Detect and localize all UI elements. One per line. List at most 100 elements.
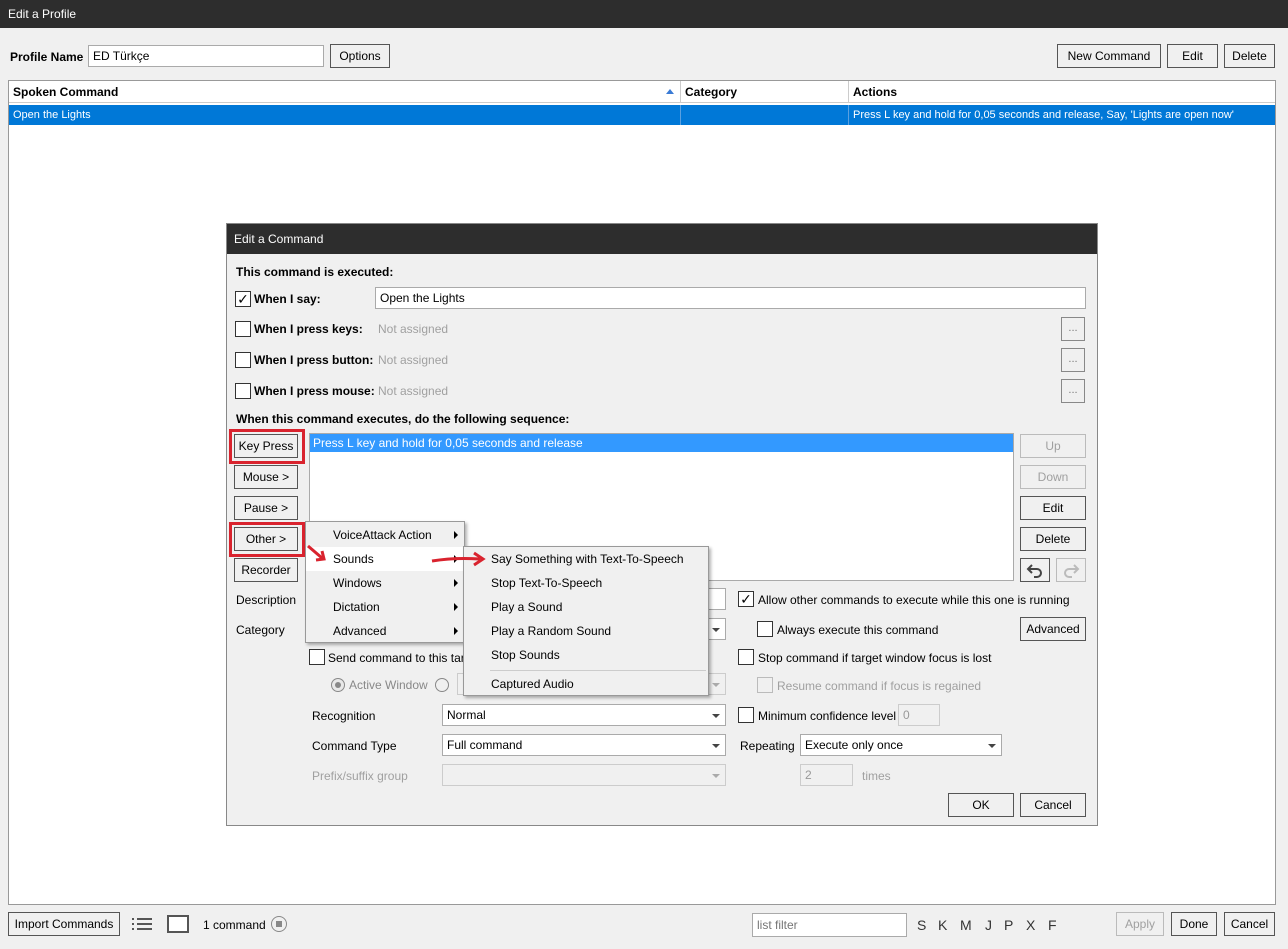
when-say-checkbox[interactable]: ✓	[235, 291, 251, 307]
filter-letter-x[interactable]: X	[1026, 917, 1035, 933]
menu-separator	[490, 670, 706, 671]
menu-item-captured-audio[interactable]: Captured Audio	[464, 672, 574, 696]
menu-item-say-something-tts[interactable]: Say Something with Text-To-Speech	[464, 547, 684, 571]
new-command-button[interactable]: New Command	[1057, 44, 1161, 68]
options-button[interactable]: Options	[330, 44, 390, 68]
menu-item-label: Advanced	[333, 624, 387, 638]
down-button[interactable]: Down	[1020, 465, 1086, 489]
command-type-label: Command Type	[312, 739, 397, 753]
menu-item-stop-tts[interactable]: Stop Text-To-Speech	[464, 571, 602, 595]
menu-item-stop-sounds[interactable]: Stop Sounds	[464, 643, 560, 667]
always-execute-label: Always execute this command	[777, 623, 939, 637]
allow-other-checkbox[interactable]: ✓	[738, 591, 754, 607]
when-button-checkbox[interactable]	[235, 352, 251, 368]
repeating-select[interactable]: Execute only once	[800, 734, 1002, 756]
stop-icon-square	[276, 921, 282, 927]
window-view-icon[interactable]	[167, 915, 189, 933]
when-keys-checkbox[interactable]	[235, 321, 251, 337]
import-commands-button[interactable]: Import Commands	[8, 912, 120, 936]
list-filter-input[interactable]	[752, 913, 907, 937]
filter-letter-m[interactable]: M	[960, 917, 972, 933]
menu-item-play-random-sound[interactable]: Play a Random Sound	[464, 619, 611, 643]
category-label: Category	[236, 623, 285, 637]
delete-action-button[interactable]: Delete	[1020, 527, 1086, 551]
undo-icon	[1026, 564, 1042, 578]
assign-button-button[interactable]: ...	[1061, 348, 1085, 372]
ok-button[interactable]: OK	[948, 793, 1014, 817]
radio-dot	[335, 682, 341, 688]
menu-item-label: Dictation	[333, 600, 380, 614]
sort-ascending-icon	[666, 89, 674, 94]
when-mouse-value: Not assigned	[378, 384, 449, 398]
always-execute-checkbox[interactable]	[757, 621, 773, 637]
done-button[interactable]: Done	[1171, 912, 1217, 936]
menu-item-play-sound[interactable]: Play a Sound	[464, 595, 562, 619]
delete-profile-button[interactable]: Delete	[1224, 44, 1275, 68]
assign-keys-button[interactable]: ...	[1061, 317, 1085, 341]
action-list-item[interactable]: Press L key and hold for 0,05 seconds an…	[310, 434, 1013, 452]
profile-name-input[interactable]: ED Türkçe	[88, 45, 324, 67]
filter-letter-p[interactable]: P	[1004, 917, 1013, 933]
pause-button[interactable]: Pause >	[234, 496, 298, 520]
stop-icon[interactable]	[271, 916, 287, 932]
times-spinner[interactable]: 2	[800, 764, 853, 786]
dialog-cancel-button[interactable]: Cancel	[1020, 793, 1086, 817]
edit-action-button[interactable]: Edit	[1020, 496, 1086, 520]
active-window-radio[interactable]	[331, 678, 345, 692]
prefix-select[interactable]	[442, 764, 726, 786]
filter-letter-s[interactable]: S	[917, 917, 926, 933]
min-confidence-checkbox[interactable]	[738, 707, 754, 723]
send-command-checkbox[interactable]	[309, 649, 325, 665]
filter-letter-k[interactable]: K	[938, 917, 947, 933]
table-row-spoken[interactable]: Open the Lights	[9, 105, 681, 125]
assign-mouse-button[interactable]: ...	[1061, 379, 1085, 403]
resume-checkbox[interactable]	[757, 677, 773, 693]
target-window-radio[interactable]	[435, 678, 449, 692]
annotation-arrow-line	[431, 556, 481, 563]
column-header-spoken-command[interactable]: Spoken Command	[9, 81, 681, 103]
when-keys-value: Not assigned	[378, 322, 449, 336]
recognition-select[interactable]: Normal	[442, 704, 726, 726]
min-confidence-label: Minimum confidence level	[758, 709, 897, 723]
key-press-highlight	[229, 429, 305, 464]
advanced-button[interactable]: Advanced	[1020, 617, 1086, 641]
mouse-button[interactable]: Mouse >	[234, 465, 298, 489]
command-type-select[interactable]: Full command	[442, 734, 726, 756]
profile-name-label: Profile Name	[10, 50, 84, 64]
submenu-arrow-icon	[454, 627, 458, 635]
repeating-label: Repeating	[740, 739, 795, 753]
column-header-category[interactable]: Category	[681, 81, 849, 103]
up-button[interactable]: Up	[1020, 434, 1086, 458]
recorder-button[interactable]: Recorder	[234, 558, 298, 582]
edit-profile-button[interactable]: Edit	[1167, 44, 1218, 68]
menu-item-advanced[interactable]: Advanced	[306, 619, 464, 643]
send-command-label: Send command to this targ	[328, 651, 472, 665]
menu-item-windows[interactable]: Windows	[306, 571, 464, 595]
when-say-input[interactable]: Open the Lights	[375, 287, 1086, 309]
filter-letter-f[interactable]: F	[1048, 917, 1057, 933]
when-button-label: When I press button:	[254, 353, 374, 367]
column-header-actions[interactable]: Actions	[849, 81, 1275, 103]
menu-item-label: Windows	[333, 576, 382, 590]
undo-button[interactable]	[1020, 558, 1050, 582]
filter-letter-j[interactable]: J	[985, 917, 992, 933]
menu-item-dictation[interactable]: Dictation	[306, 595, 464, 619]
window-title: Edit a Profile	[0, 0, 1288, 28]
when-mouse-label: When I press mouse:	[254, 384, 375, 398]
when-mouse-checkbox[interactable]	[235, 383, 251, 399]
apply-button[interactable]: Apply	[1116, 912, 1164, 936]
description-label: Description	[236, 593, 297, 607]
table-row-actions[interactable]: Press L key and hold for 0,05 seconds an…	[849, 105, 1275, 125]
sounds-menu: Say Something with Text-To-Speech Stop T…	[463, 546, 709, 696]
stop-focus-checkbox[interactable]	[738, 649, 754, 665]
resume-label: Resume command if focus is regained	[777, 679, 982, 693]
command-count: 1 command	[203, 918, 266, 932]
list-view-icon[interactable]	[131, 917, 153, 934]
redo-button[interactable]	[1056, 558, 1086, 582]
min-confidence-spinner[interactable]: 0	[898, 704, 940, 726]
redo-icon	[1064, 564, 1080, 578]
cancel-button[interactable]: Cancel	[1224, 912, 1275, 936]
table-row-category[interactable]	[681, 105, 849, 125]
recognition-label: Recognition	[312, 709, 376, 723]
prefix-label: Prefix/suffix group	[312, 769, 408, 783]
